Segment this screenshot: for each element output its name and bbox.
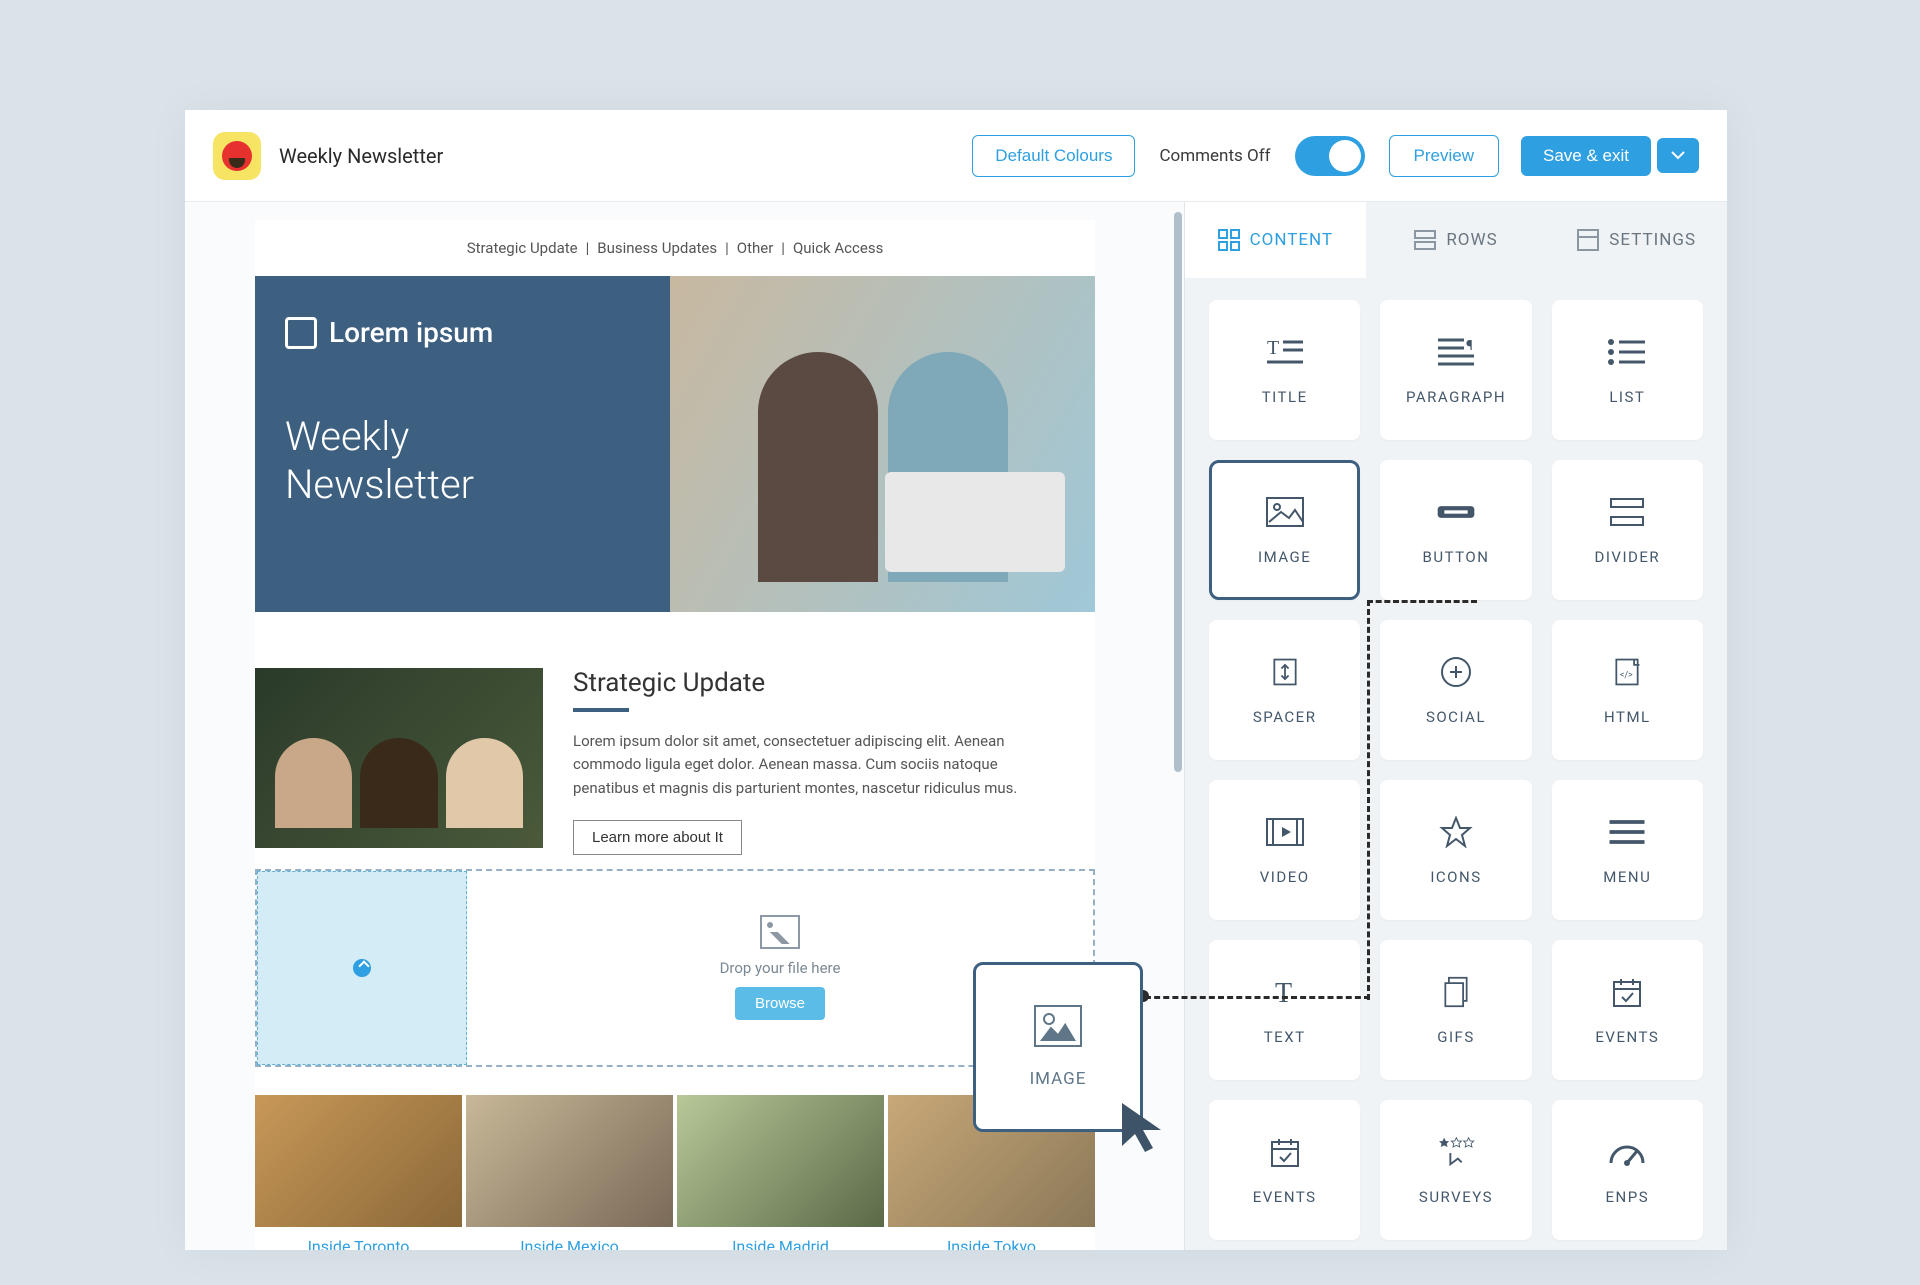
calendar-icon [1261,1134,1309,1170]
image-icon [1261,494,1309,530]
settings-tab-icon [1577,229,1599,251]
document-title: Weekly Newsletter [279,144,443,168]
email-nav: Strategic Update | Business Updates | Ot… [255,220,1095,276]
text-icon: T [1261,974,1309,1010]
block-icons[interactable]: ICONS [1380,780,1531,920]
dragging-block-label: IMAGE [1030,1069,1087,1089]
panel-tabs: CONTENT ROWS SETTINGS [1185,202,1727,278]
cursor-icon [1117,1098,1177,1158]
gallery-image-2 [466,1095,673,1227]
svg-text:T: T [1275,978,1292,1008]
gallery-image-1 [255,1095,462,1227]
block-html[interactable]: </> HTML [1552,620,1703,760]
header-bar: Weekly Newsletter Default Colours Commen… [185,110,1727,202]
calendar-icon [1603,974,1651,1010]
gallery-row[interactable] [255,1095,1095,1227]
rows-tab-icon [1414,229,1436,251]
drop-row[interactable]: Drop your file here Browse [255,869,1095,1067]
chevron-down-icon [1671,150,1685,160]
divider-icon [1603,494,1651,530]
image-icon [1034,1005,1082,1047]
block-divider[interactable]: DIVIDER [1552,460,1703,600]
save-exit-button[interactable]: Save & exit [1521,136,1651,176]
button-icon [1432,494,1480,530]
insert-plus-icon [353,959,371,977]
nav-link-strategic[interactable]: Strategic Update [467,239,578,257]
gallery-link-madrid[interactable]: Inside Madrid [677,1237,884,1250]
list-icon [1603,334,1651,370]
html-icon: </> [1603,654,1651,690]
hero-title: Weekly Newsletter [285,413,640,509]
nav-link-business[interactable]: Business Updates [597,239,717,257]
block-surveys[interactable]: SURVEYS [1380,1100,1531,1240]
block-social[interactable]: SOCIAL [1380,620,1531,760]
tab-settings[interactable]: SETTINGS [1546,202,1727,278]
preview-button[interactable]: Preview [1389,135,1499,177]
hero-block[interactable]: Lorem ipsum Weekly Newsletter [255,276,1095,612]
block-image[interactable]: IMAGE [1209,460,1360,600]
gallery-links-row: Inside Toronto Inside Mexico Inside Madr… [255,1237,1095,1250]
blocks-grid: T TITLE ¶ PARAGRAPH LIST IMAGE [1185,278,1727,1250]
svg-text:T: T [1267,337,1279,359]
drop-label: Drop your file here [720,959,841,977]
block-button[interactable]: BUTTON [1380,460,1531,600]
hero-logo-text: Lorem ipsum [329,316,493,349]
svg-text:¶: ¶ [1466,338,1473,354]
block-paragraph[interactable]: ¶ PARAGRAPH [1380,300,1531,440]
title-underline [573,708,629,712]
svg-text:</>: </> [1620,670,1633,680]
block-gifs[interactable]: GIFS [1380,940,1531,1080]
insert-column-left[interactable] [257,871,467,1065]
block-spacer[interactable]: SPACER [1209,620,1360,760]
image-placeholder-icon [760,915,800,949]
paragraph-icon: ¶ [1432,334,1480,370]
tab-content[interactable]: CONTENT [1185,202,1366,278]
block-events-2[interactable]: EVENTS [1209,1100,1360,1240]
default-colours-button[interactable]: Default Colours [972,135,1135,177]
comments-toggle[interactable] [1295,136,1365,176]
block-events[interactable]: EVENTS [1552,940,1703,1080]
surveys-icon [1432,1134,1480,1170]
main-area: Strategic Update | Business Updates | Ot… [185,202,1727,1250]
block-enps[interactable]: ENPS [1552,1100,1703,1240]
spacer-icon [1261,654,1309,690]
gallery-link-toronto[interactable]: Inside Toronto [255,1237,462,1250]
gallery-link-mexico[interactable]: Inside Mexico [466,1237,673,1250]
video-icon [1261,814,1309,850]
block-menu[interactable]: MENU [1552,780,1703,920]
save-dropdown-button[interactable] [1657,138,1699,173]
learn-more-button[interactable]: Learn more about It [573,820,742,855]
gallery-link-tokyo[interactable]: Inside Tokyo [888,1237,1095,1250]
star-icon [1432,814,1480,850]
strategic-image [255,668,543,848]
hero-logo-icon [285,317,317,349]
comments-off-label: Comments Off [1159,146,1270,166]
block-text[interactable]: T TEXT [1209,940,1360,1080]
gifs-icon [1432,974,1480,1010]
title-icon: T [1261,334,1309,370]
nav-link-other[interactable]: Other [737,239,774,257]
browse-button[interactable]: Browse [735,987,825,1020]
app-frame: Weekly Newsletter Default Colours Commen… [185,110,1727,1250]
strategic-title: Strategic Update [573,668,1065,698]
nav-link-quick[interactable]: Quick Access [793,239,883,257]
social-icon [1432,654,1480,690]
tab-rows[interactable]: ROWS [1366,202,1547,278]
block-title[interactable]: T TITLE [1209,300,1360,440]
menu-icon [1603,814,1651,850]
block-list[interactable]: LIST [1552,300,1703,440]
hero-photo [670,276,1095,612]
content-tab-icon [1218,229,1240,251]
right-panel: CONTENT ROWS SETTINGS T TITLE ¶ [1184,202,1727,1250]
strategic-section[interactable]: Strategic Update Lorem ipsum dolor sit a… [255,612,1095,855]
canvas-scrollbar[interactable] [1174,212,1182,772]
strategic-body: Lorem ipsum dolor sit amet, consectetuer… [573,730,1065,800]
canvas-area: Strategic Update | Business Updates | Ot… [185,202,1184,1250]
gallery-image-3 [677,1095,884,1227]
gauge-icon [1603,1134,1651,1170]
app-logo [213,132,261,180]
block-video[interactable]: VIDEO [1209,780,1360,920]
email-preview: Strategic Update | Business Updates | Ot… [255,220,1095,1250]
